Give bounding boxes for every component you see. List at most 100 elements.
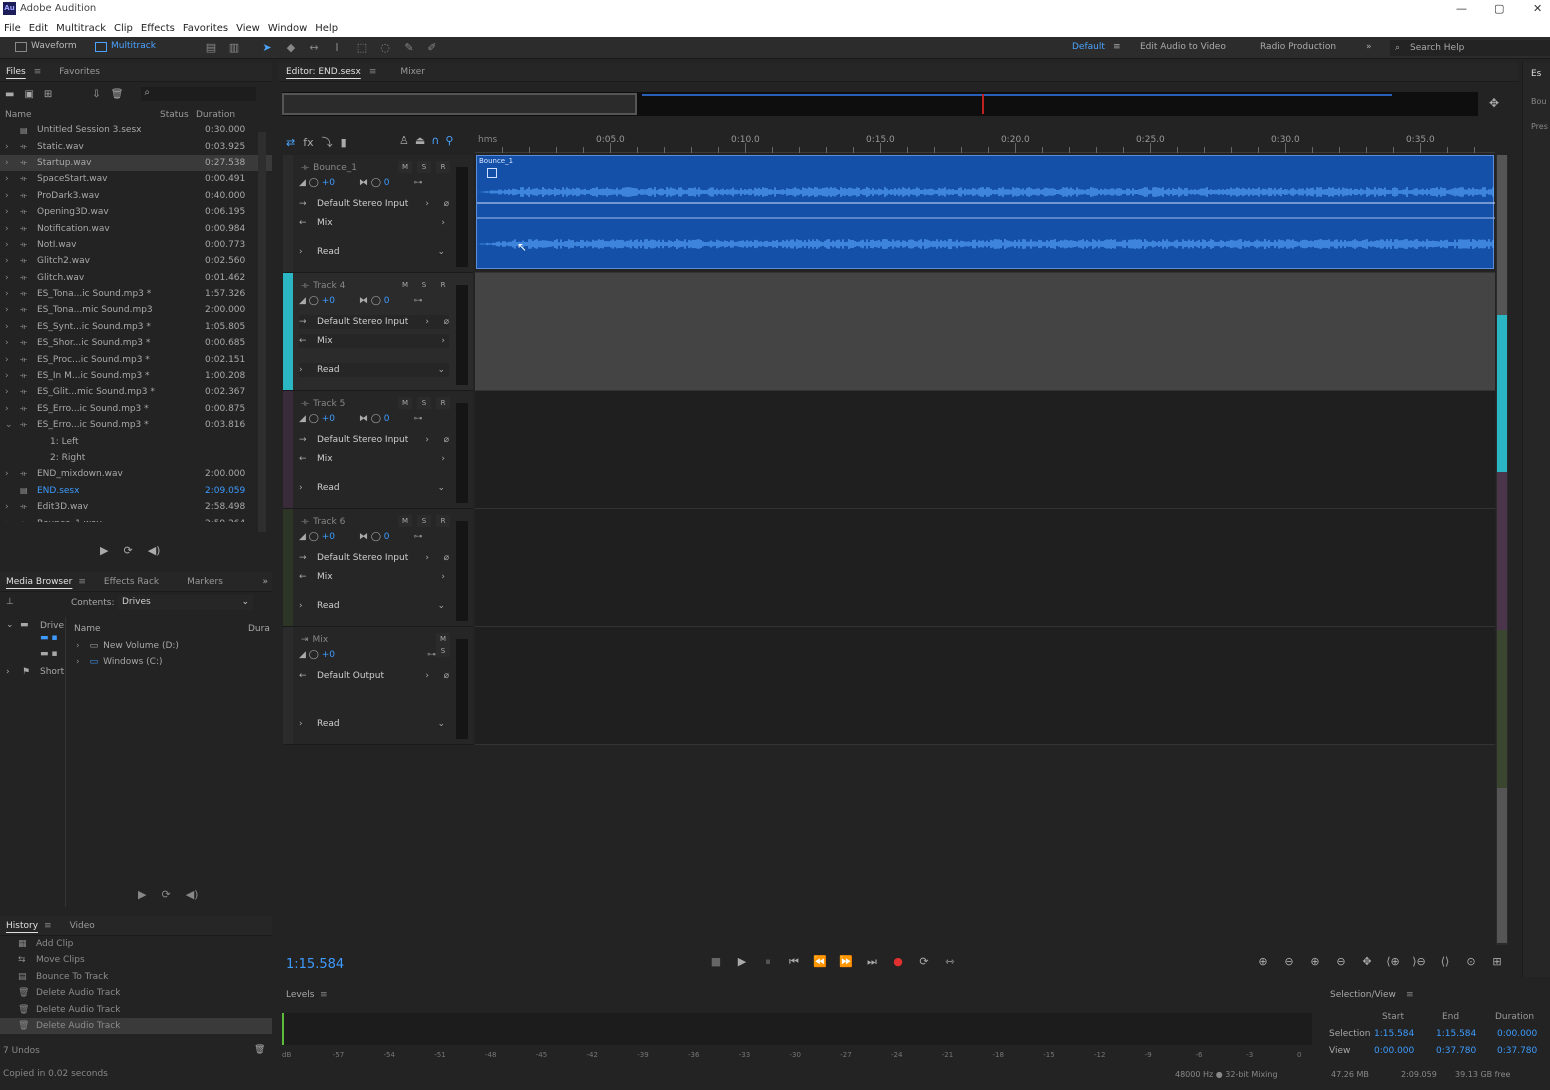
loop-icon[interactable]: ⟳ (123, 544, 132, 557)
play-icon[interactable]: ▶ (100, 544, 108, 557)
zoom-in-point-icon[interactable]: ⟨⊕ (1383, 955, 1403, 968)
solo-button[interactable]: S (417, 279, 431, 291)
spot-healing-tool-icon[interactable]: ✐ (425, 41, 439, 55)
stereo-link-icon[interactable]: ⊶ (414, 296, 423, 306)
file-list-item[interactable]: ⌄ ⟛ ES_Erro...ic Sound.mp3 * 0:03.816 (0, 417, 272, 433)
editor-scrollbar[interactable] (1496, 155, 1508, 945)
chevron-right-icon[interactable]: › (5, 519, 15, 522)
loop-playback-icon[interactable]: ⟳ (915, 955, 933, 968)
view-start[interactable]: 0:00.000 (1374, 1046, 1414, 1056)
workspace-default[interactable]: Default (1072, 42, 1105, 52)
menu-help[interactable]: Help (315, 23, 338, 34)
track-volume[interactable]: ◢ ◯ +0 ⧓ ◯ 0 ⊶ (299, 532, 423, 542)
file-list-item[interactable]: › ⟛ NotI.wav 0:00.773 (0, 237, 272, 253)
chevron-right-icon[interactable]: › (5, 338, 15, 348)
marker-icon[interactable]: ⚲ (445, 134, 453, 147)
current-time[interactable]: 1:15.584 (286, 957, 344, 972)
workspace-radio-production[interactable]: Radio Production (1260, 42, 1336, 52)
menu-window[interactable]: Window (268, 23, 307, 34)
record-arm-button[interactable]: R (436, 161, 450, 173)
media-column-name[interactable]: Name (74, 624, 101, 634)
track-output-select[interactable]: ← Mix › (299, 452, 449, 466)
chevron-right-icon[interactable]: › (5, 371, 15, 381)
chevron-right-icon[interactable]: › (5, 502, 15, 512)
chevron-right-icon[interactable]: › (5, 174, 15, 184)
zoom-out-full-icon[interactable]: ✥ (1357, 955, 1377, 968)
history-item[interactable]: 🗑 Delete Audio Track (0, 1002, 272, 1018)
track-automation-mode[interactable]: › Read ⌄ (299, 363, 449, 377)
view-end[interactable]: 0:37.780 (1436, 1046, 1476, 1056)
timeline-ruler[interactable]: hms 0:05.0 0:10.0 0:15.0 0:20.0 0:25.0 0:30.0… (475, 131, 1495, 153)
tree-drives[interactable]: ⌄ ▬ Drive (0, 617, 65, 633)
stop-icon[interactable]: ■ (707, 955, 725, 968)
track-name[interactable]: ⇥ Mix (301, 635, 328, 645)
column-name[interactable]: Name (5, 110, 32, 120)
lasso-tool-icon[interactable]: ◌ (378, 41, 392, 55)
track-lane[interactable] (475, 391, 1495, 509)
files-panel-menu-icon[interactable]: ≡ (34, 67, 42, 77)
new-file-icon[interactable]: ⊞ (44, 89, 52, 100)
chevron-right-icon[interactable]: › (5, 273, 15, 283)
phase-icon[interactable]: ⌀ (444, 669, 449, 683)
solo-button[interactable]: S (417, 397, 431, 409)
workspace-edit-audio-to-video[interactable]: Edit Audio to Video (1140, 42, 1226, 52)
track-name[interactable]: ⟛ Bounce_1 (301, 163, 357, 173)
auto-play-icon[interactable]: ◀) (148, 544, 161, 557)
go-to-start-icon[interactable]: ⏮ (785, 955, 803, 969)
file-list-item[interactable]: › ⟛ Opening3D.wav 0:06.195 (0, 204, 272, 220)
tab-history[interactable]: History (6, 921, 38, 931)
file-list-item[interactable]: ▤ Untitled Session 3.sesx 0:30.000 (0, 122, 272, 138)
selection-end[interactable]: 1:15.584 (1436, 1029, 1476, 1039)
history-item[interactable]: ▤ Bounce To Track (0, 969, 272, 985)
play-icon[interactable]: ▶ (733, 955, 751, 968)
contents-dropdown[interactable]: Drives ⌄ (118, 595, 253, 610)
chevron-right-icon[interactable]: › (5, 191, 15, 201)
history-item[interactable]: ▦ Add Clip (0, 936, 272, 952)
column-status[interactable]: Status (160, 110, 189, 120)
menu-view[interactable]: View (236, 23, 260, 34)
chevron-right-icon[interactable]: › (5, 142, 15, 152)
track-header[interactable]: ⟛ Bounce_1 M S R ◢ ◯ +0 ⧓ ◯ 0 ⊶ → Default Stereo … (283, 155, 473, 273)
file-list-item[interactable]: › ⟛ ProDark3.wav 0:40.000 (0, 188, 272, 204)
selection-view-menu-icon[interactable]: ≡ (1406, 990, 1414, 1000)
minimize-icon[interactable]: — (1456, 2, 1467, 15)
loop-icon[interactable]: ⟳ (161, 888, 170, 901)
menu-multitrack[interactable]: Multitrack (56, 23, 106, 34)
phase-icon[interactable]: ⌀ (444, 551, 449, 565)
mute-button[interactable]: M (436, 633, 450, 645)
file-list-item[interactable]: 2: Right (0, 450, 272, 466)
record-arm-button[interactable]: R (436, 279, 450, 291)
solo-button[interactable]: S (417, 515, 431, 527)
chevron-right-icon[interactable]: › (5, 207, 15, 217)
levels-menu-icon[interactable]: ≡ (320, 990, 328, 1000)
file-list-item[interactable]: 1: Left (0, 433, 272, 449)
file-list-item[interactable]: › ⟛ ES_Proc...ic Sound.mp3 * 0:02.151 (0, 351, 272, 367)
menu-edit[interactable]: Edit (29, 23, 48, 34)
mute-button[interactable]: M (398, 279, 412, 291)
track-volume[interactable]: ◢ ◯ +0 ⧓ ◯ 0 ⊶ (299, 296, 423, 306)
record-icon[interactable]: ● (889, 955, 907, 968)
column-duration[interactable]: Duration (196, 110, 235, 120)
record-arm-button[interactable]: R (436, 397, 450, 409)
zoom-to-tracks-icon[interactable]: ⊙ (1461, 955, 1481, 968)
file-list-item[interactable]: ▤ END.sesx 2:09.059 (0, 483, 272, 499)
open-file-icon[interactable]: ▬ (5, 89, 14, 100)
solo-button[interactable]: S (417, 161, 431, 173)
files-search-input[interactable]: ⌕ (141, 87, 257, 101)
effects-icon[interactable]: fx (303, 136, 313, 149)
file-list-item[interactable]: › ⟛ Notification.wav 0:00.984 (0, 220, 272, 236)
more-panels-icon[interactable]: » (262, 577, 268, 587)
track-input-select[interactable]: → Default Stereo Input › ⌀ (299, 433, 449, 447)
spectral-pitch-icon[interactable]: ▥ (227, 41, 241, 55)
sends-icon[interactable]: ⤵ (322, 134, 333, 150)
track-name[interactable]: ⟛ Track 5 (301, 399, 345, 409)
time-selection-tool-icon[interactable]: I (330, 41, 344, 55)
waveform-view-button[interactable]: Waveform (15, 41, 77, 55)
track-automation-mode[interactable]: › Read ⌄ (299, 245, 449, 259)
track-header[interactable]: ⟛ Track 4 M S R ◢ ◯ +0 ⧓ ◯ 0 ⊶ → Default Stereo I… (283, 273, 473, 391)
file-list-item[interactable]: › ⟛ ES_Shor...ic Sound.mp3 * 0:00.685 (0, 335, 272, 351)
mixdown-icon[interactable]: ⏏ (415, 134, 425, 147)
chevron-right-icon[interactable]: › (5, 387, 15, 397)
zoom-to-fit-time-icon[interactable]: ⊞ (1487, 955, 1507, 968)
maximize-icon[interactable]: ▢ (1494, 2, 1504, 15)
